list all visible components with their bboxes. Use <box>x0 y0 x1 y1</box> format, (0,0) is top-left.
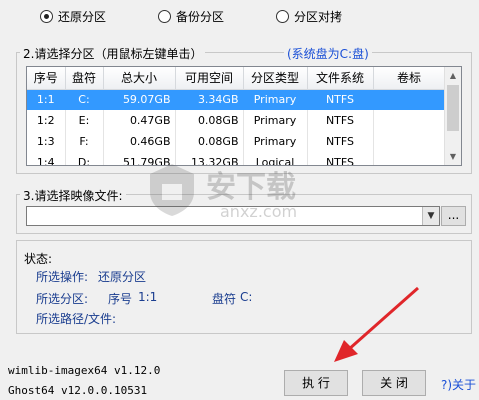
partition-section-title: 2.请选择分区（用鼠标左键单击） <box>20 45 206 62</box>
table-row[interactable]: 1:2 E: 0.47GB 0.08GB Primary NTFS <box>27 110 446 131</box>
wimlib-version: wimlib-imagex64 v1.12.0 <box>8 364 161 377</box>
ghost-version: Ghost64 v12.0.0.10531 <box>8 384 148 397</box>
column-header-fs[interactable]: 文件系统 <box>307 67 374 90</box>
column-header-drive[interactable]: 盘符 <box>65 67 104 90</box>
column-header-total[interactable]: 总大小 <box>103 67 176 90</box>
execute-button[interactable]: 执 行 <box>284 370 348 396</box>
mode-radio-group: 还原分区 备份分区 分区对拷 <box>0 0 479 32</box>
status-partition-label: 所选分区: <box>36 292 89 306</box>
system-disk-note: (系统盘为C:盘) <box>284 45 372 62</box>
radio-restore-partition[interactable]: 还原分区 <box>40 8 106 25</box>
status-operation-value: 还原分区 <box>98 270 147 284</box>
table-row[interactable]: 1:3 F: 0.46GB 0.08GB Primary NTFS <box>27 131 446 152</box>
scroll-thumb[interactable] <box>447 85 459 131</box>
scroll-down-icon[interactable]: ▼ <box>445 148 461 165</box>
status-path-label: 所选路径/文件: <box>36 312 117 326</box>
radio-dot-icon <box>40 10 53 23</box>
shield-bag-icon <box>150 164 194 216</box>
about-link[interactable]: ?)关于 <box>441 376 476 393</box>
radio-copy-partition[interactable]: 分区对拷 <box>276 8 342 25</box>
table-row[interactable]: 1:1 C: 59.07GB 3.34GB Primary NTFS <box>27 89 446 110</box>
status-partition-no-value: 1:1 <box>138 290 158 304</box>
close-button[interactable]: 关 闭 <box>362 370 426 396</box>
status-operation-label: 所选操作: <box>36 270 89 284</box>
watermark: 安下载 anxz.com <box>142 152 342 232</box>
scroll-up-icon[interactable]: ▲ <box>445 67 461 84</box>
partition-table[interactable]: 序号 盘符 总大小 可用空间 分区类型 文件系统 卷标 1:1 C: 59.07… <box>26 66 462 166</box>
column-header-type[interactable]: 分区类型 <box>243 67 308 90</box>
column-header-free[interactable]: 可用空间 <box>175 67 244 90</box>
status-drive-label: 盘符 <box>212 292 237 306</box>
status-drive-value: C: <box>240 290 253 304</box>
table-scrollbar[interactable]: ▲ ▼ <box>444 67 461 165</box>
column-header-no[interactable]: 序号 <box>27 67 66 90</box>
chevron-down-icon[interactable]: ▼ <box>422 207 439 225</box>
radio-backup-partition[interactable]: 备份分区 <box>158 8 224 25</box>
red-arrow-annotation <box>334 286 419 362</box>
radio-dot-icon <box>276 10 289 23</box>
image-section-title: 3.请选择映像文件: <box>20 187 126 204</box>
radio-dot-icon <box>158 10 171 23</box>
status-partition-no-label: 序号 <box>108 292 133 306</box>
status-title: 状态: <box>24 252 53 266</box>
browse-button[interactable]: ... <box>441 206 466 226</box>
table-header-row: 序号 盘符 总大小 可用空间 分区类型 文件系统 卷标 <box>27 67 446 90</box>
column-header-label[interactable]: 卷标 <box>373 67 446 90</box>
